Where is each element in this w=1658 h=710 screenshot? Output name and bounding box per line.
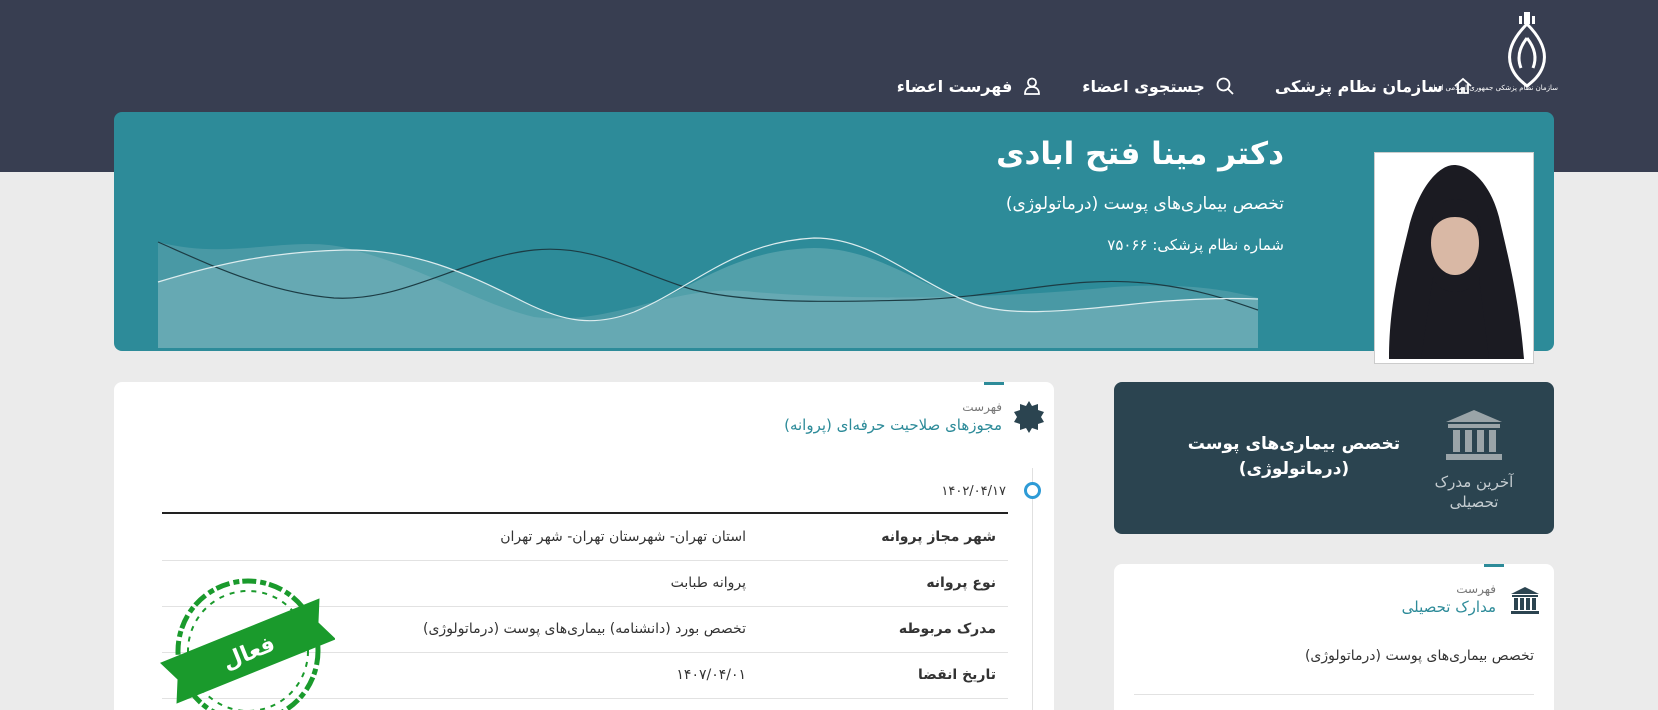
search-icon <box>1216 77 1234 95</box>
row-key: تاریخ انقضا <box>758 652 1008 699</box>
institution-icon <box>1511 587 1539 614</box>
profile-hero: دکتر مینا فتح ابادی تخصص بیماری‌های پوست… <box>114 112 1554 351</box>
institution-icon <box>1446 410 1502 460</box>
licenses-card: فهرست مجوزهای صلاحیت حرفه‌ای (پروانه) ۱۴… <box>114 382 1054 710</box>
nav-search-members[interactable]: جستجوی اعضاء <box>1082 76 1235 96</box>
doctor-name: دکتر مینا فتح ابادی <box>996 136 1284 172</box>
license-date: ۱۴۰۲/۰۴/۱۷ <box>941 484 1006 499</box>
medical-number-label: شماره نظام پزشکی: <box>1152 236 1284 254</box>
latest-degree-label: آخرین مدرک تحصیلی <box>1434 473 1514 512</box>
card-tab-mark <box>1484 564 1504 567</box>
row-key: شهر مجاز پروانه <box>758 514 1008 561</box>
licenses-subtitle: فهرست <box>962 400 1002 414</box>
table-row: شهر مجاز پروانه استان تهران- شهرستان تهر… <box>162 514 1008 561</box>
nav-label: فهرست اعضاء <box>896 76 1013 96</box>
latest-degree-card: آخرین مدرک تحصیلی تخصص بیماری‌های پوست (… <box>1114 382 1554 534</box>
timeline-dot <box>1024 482 1041 499</box>
home-icon <box>1454 77 1472 94</box>
medical-number: شماره نظام پزشکی: ۷۵۰۶۶ <box>1107 236 1284 254</box>
timeline-line <box>1032 468 1033 710</box>
medical-number-value: ۷۵۰۶۶ <box>1107 236 1148 254</box>
education-title: مدارک تحصیلی <box>1401 598 1496 616</box>
doctor-specialty: تخصص بیماری‌های پوست (درماتولوژی) <box>1005 194 1284 214</box>
nav-medical-council[interactable]: سازمان نظام پزشکی <box>1275 76 1473 96</box>
education-card: فهرست مدارک تحصیلی تخصص بیماری‌های پوست … <box>1114 564 1554 710</box>
divider <box>1134 694 1534 695</box>
education-subtitle: فهرست <box>1456 582 1496 596</box>
row-key: مدرک مربوطه <box>758 606 1008 653</box>
certificate-seal-icon <box>1014 401 1044 433</box>
row-key: نوع پروانه <box>758 560 1008 607</box>
decorative-waves <box>157 237 1259 348</box>
user-icon <box>1024 77 1041 95</box>
education-item: تخصص بیماری‌های پوست (درماتولوژی) <box>1304 648 1534 664</box>
doctor-photo <box>1374 152 1534 364</box>
main-nav: سازمان نظام پزشکی جستجوی اعضاء فهرست اعض… <box>897 76 1473 96</box>
licenses-title: مجوزهای صلاحیت حرفه‌ای (پروانه) <box>784 416 1002 434</box>
portrait-image <box>1379 157 1529 359</box>
active-status-stamp: فعال <box>160 578 335 710</box>
latest-degree-value: تخصص بیماری‌های پوست (درماتولوژی) <box>1187 434 1401 479</box>
nav-label: جستجوی اعضاء <box>1082 76 1205 96</box>
row-value: استان تهران- شهرستان تهران- شهر تهران <box>162 514 758 561</box>
nav-label: سازمان نظام پزشکی <box>1274 76 1443 96</box>
nav-members-list[interactable]: فهرست اعضاء <box>897 76 1043 96</box>
card-tab-mark <box>984 382 1004 385</box>
